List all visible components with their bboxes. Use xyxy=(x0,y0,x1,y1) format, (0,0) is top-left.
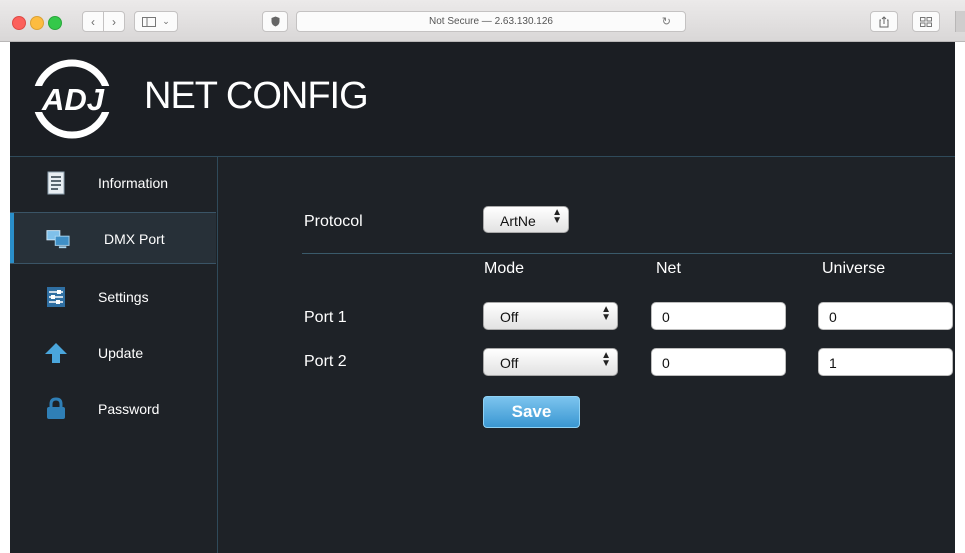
adj-logo: ADJ xyxy=(28,59,118,139)
chevron-right-icon: › xyxy=(112,14,116,29)
app-title: NET CONFIG xyxy=(144,75,369,117)
shield-icon xyxy=(271,16,279,27)
toolbar-edge xyxy=(955,11,965,32)
privacy-shield-button[interactable] xyxy=(262,11,288,32)
lock-icon xyxy=(47,397,65,419)
port-2-universe-input[interactable]: 1 xyxy=(818,348,953,376)
logo-text: ADJ xyxy=(41,82,105,117)
dmx-port-panel: Protocol ArtNe ▲ ▼ Mode Net Universe Port… xyxy=(218,157,955,553)
port-2-mode-select[interactable]: Off ▲ ▼ xyxy=(483,348,618,376)
net-header: Net xyxy=(656,260,681,277)
document-icon xyxy=(47,171,65,195)
app-window: ADJ NET CONFIG Information DMX Port Sett… xyxy=(10,42,955,553)
select-arrows-icon: ▲ ▼ xyxy=(601,350,611,369)
sidebar-item-label: Update xyxy=(98,345,144,361)
sidebar-item-label: Password xyxy=(98,401,160,417)
mode-header: Mode xyxy=(484,260,525,277)
sidebar-item-settings[interactable]: Settings xyxy=(10,271,216,323)
sidebar-toggle-button[interactable]: ⌄ xyxy=(134,11,178,32)
app-header: ADJ NET CONFIG xyxy=(10,42,955,157)
close-window-button[interactable] xyxy=(12,16,26,30)
sidebar-item-information[interactable]: Information xyxy=(10,157,216,209)
sidebar-item-dmx-port[interactable]: DMX Port xyxy=(10,212,216,264)
port-2-label: Port 2 xyxy=(304,353,347,370)
monitor-icon xyxy=(46,230,70,249)
sidebar: Information DMX Port Settings Update Pas… xyxy=(10,157,218,553)
port-1-net-input[interactable]: 0 xyxy=(651,302,786,330)
minimize-window-button[interactable] xyxy=(30,16,44,30)
address-bar[interactable]: Not Secure — 2.63.130.126 ↻ xyxy=(296,11,686,32)
sidebar-item-label: Settings xyxy=(98,289,149,305)
port-1-label: Port 1 xyxy=(304,309,347,326)
share-icon xyxy=(879,15,889,27)
url-text: Not Secure — 2.63.130.126 xyxy=(429,16,553,27)
universe-header: Universe xyxy=(822,260,886,277)
sidebar-item-label: DMX Port xyxy=(104,231,165,247)
tab-overview-button[interactable] xyxy=(912,11,940,32)
protocol-select[interactable]: ArtNe ▲ ▼ xyxy=(483,206,569,233)
protocol-label: Protocol xyxy=(304,213,363,230)
back-button[interactable]: ‹ xyxy=(82,11,104,32)
browser-toolbar: ‹ › ⌄ Not Secure — 2.63.130.126 ↻ xyxy=(0,0,965,42)
share-button[interactable] xyxy=(870,11,898,32)
sliders-icon xyxy=(47,287,65,307)
chevron-down-icon: ⌄ xyxy=(162,16,170,26)
select-arrows-icon: ▲ ▼ xyxy=(552,207,562,226)
sidebar-icon xyxy=(142,16,157,27)
chevron-left-icon: ‹ xyxy=(91,14,95,29)
arrow-up-icon xyxy=(45,343,67,363)
sidebar-item-update[interactable]: Update xyxy=(10,327,216,379)
sidebar-item-password[interactable]: Password xyxy=(10,383,216,435)
select-arrows-icon: ▲ ▼ xyxy=(601,304,611,323)
sidebar-item-label: Information xyxy=(98,175,169,191)
zoom-window-button[interactable] xyxy=(48,16,62,30)
reload-icon[interactable]: ↻ xyxy=(662,15,671,28)
save-button[interactable]: Save xyxy=(483,396,580,428)
port-2-net-input[interactable]: 0 xyxy=(651,348,786,376)
forward-button[interactable]: › xyxy=(103,11,125,32)
port-1-universe-input[interactable]: 0 xyxy=(818,302,953,330)
grid-icon xyxy=(920,16,932,27)
port-1-mode-select[interactable]: Off ▲ ▼ xyxy=(483,302,618,330)
section-divider xyxy=(302,253,952,254)
